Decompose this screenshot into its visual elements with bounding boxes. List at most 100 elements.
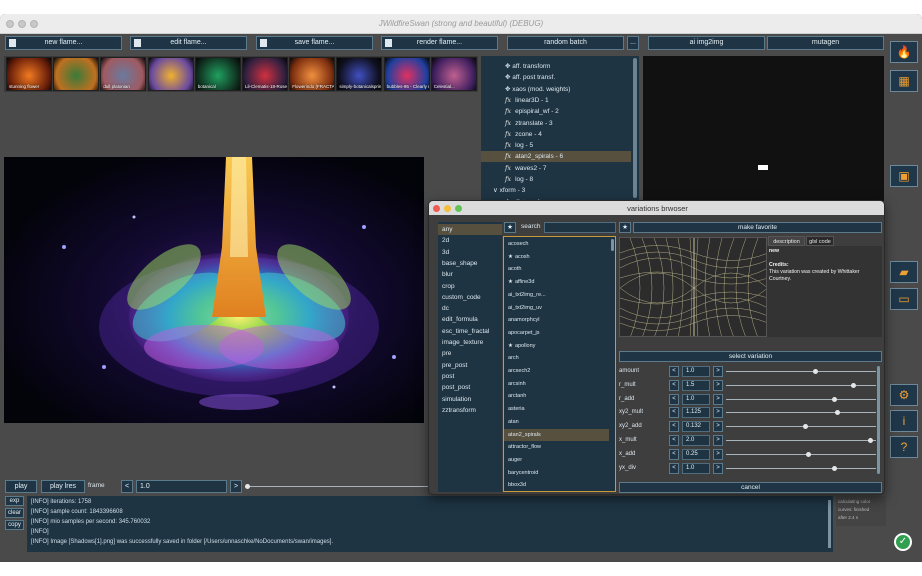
parameter-slider-knob[interactable] xyxy=(831,465,837,471)
favorite-filter-button[interactable]: ★ xyxy=(504,222,516,233)
parameter-value-input[interactable]: 1.125 xyxy=(682,407,710,419)
parameter-value-input[interactable]: 1.0 xyxy=(682,462,710,474)
category-item[interactable]: base_shape xyxy=(438,258,502,269)
tab-description[interactable]: description xyxy=(768,236,805,246)
variation-item[interactable]: ★ apollony xyxy=(504,340,609,353)
variation-item[interactable]: arcsech2 xyxy=(504,365,609,378)
flame-thumbnail[interactable]: bubbles-95 - Clearly no xyxy=(383,57,430,91)
variation-item[interactable]: barycentroid xyxy=(504,467,609,480)
tree-item[interactable]: fx waves2 - 7 xyxy=(481,163,631,174)
tree-item[interactable]: fx epispiral_wf - 2 xyxy=(481,106,631,117)
parameter-increment-button[interactable]: > xyxy=(713,393,723,405)
copy-log-button[interactable]: copy xyxy=(5,520,24,530)
flame-thumbnail[interactable]: Lil-Clematis-18-RoseFle xyxy=(242,57,288,91)
parameter-slider-track[interactable] xyxy=(726,412,876,414)
category-list[interactable]: any 2d 3d base_shape blur crop custom_code dc ed… xyxy=(438,222,502,492)
category-item[interactable]: custom_code xyxy=(438,292,502,303)
save-flame-button[interactable]: save flame... xyxy=(256,36,373,50)
make-favorite-button[interactable]: make favorite xyxy=(633,222,882,233)
grid-button[interactable]: ▦ xyxy=(890,70,918,92)
transform-tree[interactable]: ✥ aff. transform ✥ aff. post transf. ✥ xao… xyxy=(481,56,639,201)
flame-thumbnail[interactable] xyxy=(147,57,194,91)
parameter-value-input[interactable]: 1.0 xyxy=(682,393,710,405)
category-item[interactable]: post_post xyxy=(438,382,502,393)
frame-prev-button[interactable]: < xyxy=(121,480,133,493)
info-button[interactable]: i xyxy=(890,410,918,432)
flame-thumbnail[interactable]: simply-botanicalspring - a xyxy=(336,57,383,91)
phone-button[interactable]: ▣ xyxy=(890,165,918,187)
parameter-value-input[interactable]: 0.132 xyxy=(682,421,710,433)
variation-item[interactable]: arcsinh xyxy=(504,378,609,391)
variation-item[interactable]: atan2_spirals xyxy=(504,428,609,442)
variation-item[interactable]: auger xyxy=(504,454,609,467)
flame-button[interactable]: 🔥 xyxy=(890,41,918,63)
category-item[interactable]: esc_time_fractal xyxy=(438,326,502,337)
tree-item[interactable]: fx atan2_spirals - 6 xyxy=(481,151,631,163)
tree-item[interactable]: ∨ xform - 3 xyxy=(481,185,631,196)
variation-item[interactable]: ★ affine3d xyxy=(504,276,609,289)
flame-thumbnail[interactable]: stunning flower xyxy=(6,57,52,91)
parameter-slider-track[interactable] xyxy=(726,453,876,455)
search-input[interactable] xyxy=(544,222,616,233)
category-item[interactable]: image_texture xyxy=(438,337,502,348)
parameter-increment-button[interactable]: > xyxy=(713,379,723,391)
flame-thumbnail[interactable] xyxy=(53,57,100,91)
parameter-slider-knob[interactable] xyxy=(850,382,856,388)
category-item[interactable]: dc xyxy=(438,303,502,314)
parameter-value-input[interactable]: 1.5 xyxy=(682,379,710,391)
parameter-increment-button[interactable]: > xyxy=(713,448,723,460)
variation-item[interactable]: acosech xyxy=(504,238,609,251)
parameter-decrement-button[interactable]: < xyxy=(669,407,679,419)
frame-input[interactable]: 1.0 xyxy=(136,480,227,493)
variation-item[interactable]: arch xyxy=(504,352,609,365)
cancel-button[interactable]: cancel xyxy=(619,482,882,493)
parameter-slider-track[interactable] xyxy=(726,467,876,469)
variation-item[interactable]: ai_txt2img_uv xyxy=(504,302,609,315)
tree-item[interactable]: fx log - 8 xyxy=(481,174,631,185)
edit-flame-button[interactable]: edit flame... xyxy=(130,36,247,50)
random-batch-more-button[interactable]: ... xyxy=(627,36,639,50)
variation-item[interactable]: ★ acosh xyxy=(504,251,609,264)
variation-item[interactable]: attractor_flow xyxy=(504,441,609,454)
flame-thumbnail[interactable]: Celestial... xyxy=(430,57,477,91)
parameter-decrement-button[interactable]: < xyxy=(669,379,679,391)
variation-item[interactable]: ai_txt2img_re... xyxy=(504,289,609,302)
parameter-slider-knob[interactable] xyxy=(831,396,837,402)
random-batch-button[interactable]: random batch xyxy=(507,36,624,50)
folder-button[interactable]: ▭ xyxy=(890,288,918,310)
category-item[interactable]: 2d xyxy=(438,235,502,246)
parameter-slider-knob[interactable] xyxy=(868,438,874,443)
parameter-decrement-button[interactable]: < xyxy=(669,421,679,433)
frame-slider-track[interactable] xyxy=(245,486,428,487)
tree-item[interactable]: ✥ xaos (mod. weights) xyxy=(481,84,631,95)
variation-item[interactable]: asteria xyxy=(504,403,609,416)
favorite-star-button[interactable]: ★ xyxy=(619,222,631,233)
category-item[interactable]: any xyxy=(438,224,502,235)
category-item[interactable]: pre xyxy=(438,348,502,359)
variation-item[interactable]: atan xyxy=(504,416,609,429)
parameter-slider-knob[interactable] xyxy=(813,369,818,374)
variation-list-scrollbar[interactable] xyxy=(611,239,614,251)
tree-item[interactable]: fx linear3D - 1 xyxy=(481,95,631,106)
parameter-increment-button[interactable]: > xyxy=(713,462,723,474)
parameter-increment-button[interactable]: > xyxy=(713,407,723,419)
category-item[interactable]: crop xyxy=(438,281,502,292)
frame-slider-knob[interactable] xyxy=(245,484,250,489)
flame-thumbnail[interactable]: botanical xyxy=(194,57,241,91)
gear-button[interactable]: ⚙ xyxy=(890,384,918,406)
image-button[interactable]: ▰ xyxy=(890,261,918,283)
category-item[interactable]: post xyxy=(438,371,502,382)
select-variation-button[interactable]: select variation xyxy=(619,351,882,362)
variation-item[interactable]: bbox3d xyxy=(504,479,609,491)
help-button[interactable]: ? xyxy=(890,436,918,458)
parameter-decrement-button[interactable]: < xyxy=(669,393,679,405)
tree-item[interactable]: ✥ aff. post transf. xyxy=(481,72,631,83)
category-item[interactable]: pre_post xyxy=(438,360,502,371)
category-item[interactable]: 3d xyxy=(438,247,502,258)
category-item[interactable]: zztransform xyxy=(438,405,502,416)
tree-item[interactable]: fx ztranslate - 3 xyxy=(481,118,631,129)
parameter-slider-track[interactable] xyxy=(726,398,876,400)
clear-log-button[interactable]: clear xyxy=(5,508,24,518)
export-log-button[interactable]: exp xyxy=(5,496,24,506)
check-icon[interactable]: ✓ xyxy=(894,533,912,551)
